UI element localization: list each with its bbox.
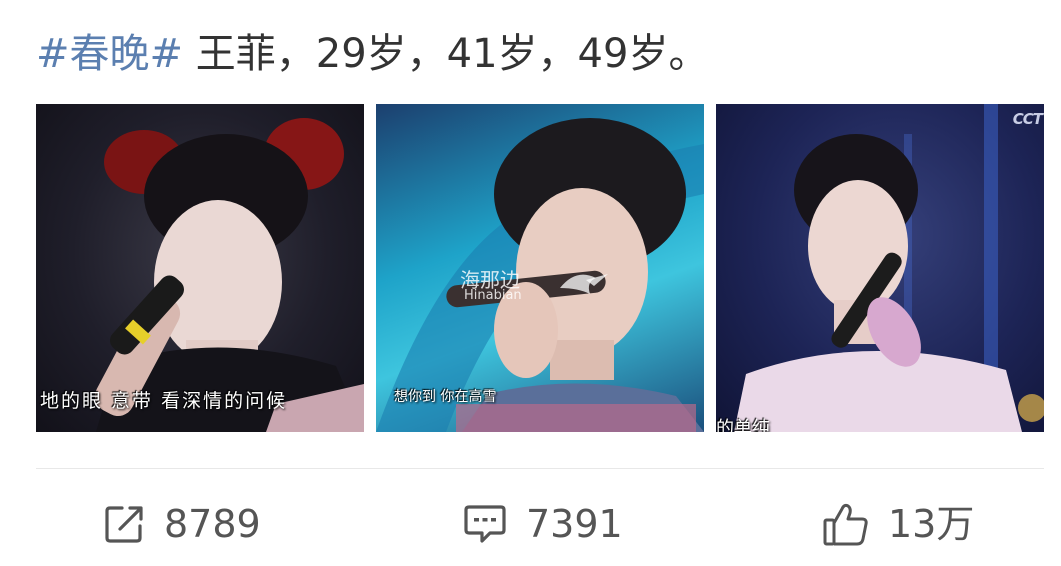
photo-1-scene bbox=[94, 118, 364, 432]
photo-3-scene bbox=[734, 104, 1044, 432]
repost-icon bbox=[105, 506, 143, 543]
repost-count: 8789 bbox=[164, 502, 261, 546]
comment-button[interactable]: 7391 bbox=[462, 496, 623, 552]
photo-2-subtitle: 想你到 你在高雪 bbox=[394, 389, 497, 405]
like-button[interactable]: 13万 bbox=[822, 496, 974, 552]
comment-count: 7391 bbox=[526, 502, 623, 546]
post-body: 王菲，29岁，41岁，49岁。 bbox=[183, 31, 709, 77]
watermark-subtext: Hinabian bbox=[464, 288, 522, 303]
photo-1-subtitle: 地的眼 意带 看深情的问候 bbox=[40, 390, 288, 412]
hashtag-link[interactable]: #春晚# bbox=[36, 31, 183, 77]
photo-thumbnail-3[interactable]: CCT 的单纯 bbox=[716, 104, 1044, 432]
watermark: 海那边 Hinabian bbox=[456, 264, 616, 308]
photo-thumbnail-2[interactable]: 海那边 Hinabian 想你到 你在高雪 bbox=[376, 104, 704, 432]
like-count: 13万 bbox=[888, 502, 975, 546]
photo-grid: 地的眼 意带 看深情的问候 海那边 Hinabian 想你到 你在高雪 CCT … bbox=[36, 104, 1044, 432]
bird-logo-icon bbox=[560, 274, 608, 294]
post-text: #春晚# 王菲，29岁，41岁，49岁。 bbox=[36, 22, 1036, 86]
divider bbox=[36, 468, 1044, 469]
cctv-logo: CCT bbox=[1012, 110, 1043, 128]
comment-icon bbox=[464, 505, 506, 543]
photo-thumbnail-1[interactable]: 地的眼 意带 看深情的问候 bbox=[36, 104, 364, 432]
photo-3-subtitle: 的单纯 bbox=[716, 418, 770, 432]
thumbs-up-icon bbox=[823, 503, 868, 546]
repost-button[interactable]: 8789 bbox=[102, 496, 261, 552]
